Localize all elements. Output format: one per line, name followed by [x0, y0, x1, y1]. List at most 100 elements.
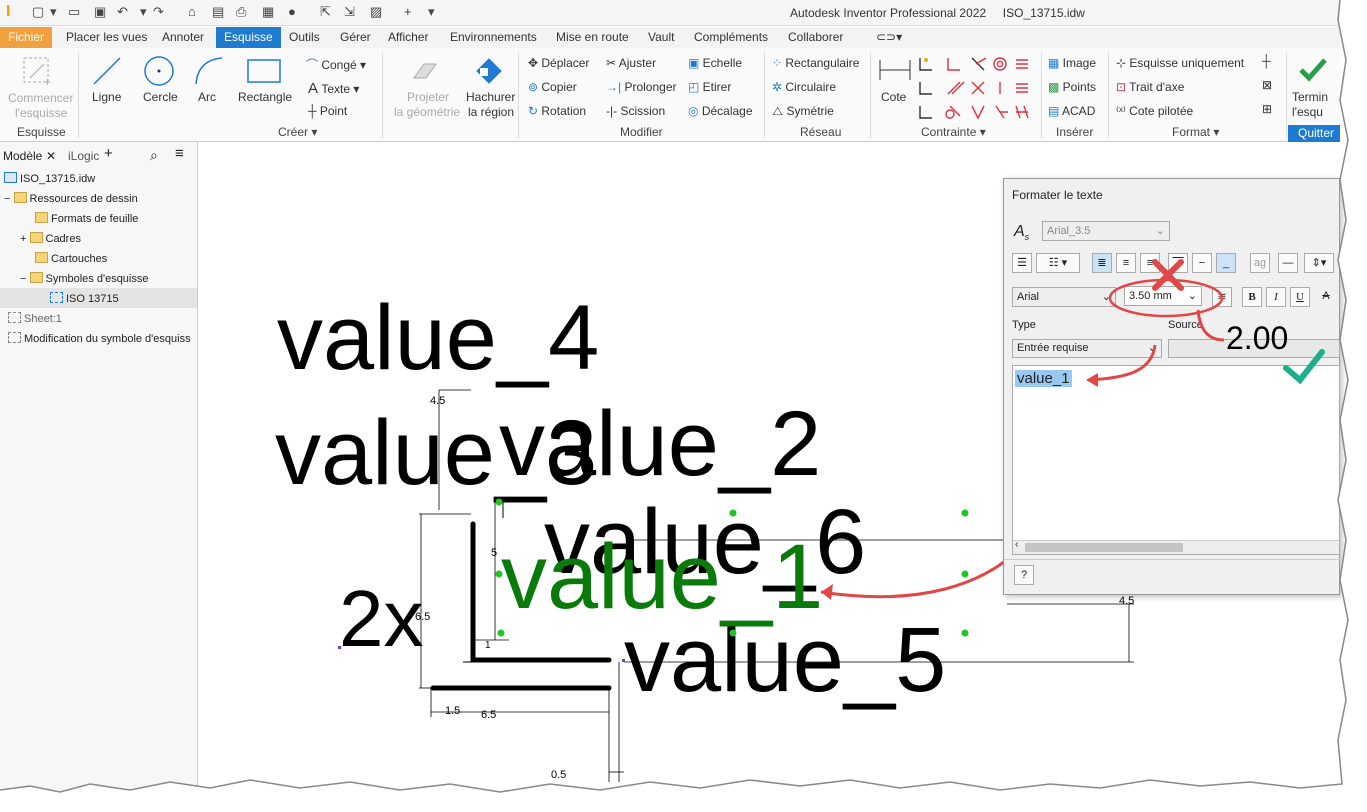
panel-options-icon[interactable]: ⊂⊃▾: [868, 27, 910, 48]
editor-text-selected[interactable]: value_1: [1015, 370, 1072, 387]
rotation-icon[interactable]: —: [1278, 253, 1298, 273]
offset-button[interactable]: ◎ Décalage: [688, 104, 753, 118]
select-other-icon[interactable]: ⇲: [344, 4, 355, 20]
font-select[interactable]: Arial ⌄: [1012, 287, 1116, 307]
add-tab-icon[interactable]: +: [104, 146, 113, 162]
print-icon[interactable]: ⎙: [236, 4, 246, 20]
bold-button[interactable]: B: [1242, 287, 1262, 307]
trim-button[interactable]: ✂ Ajuster: [606, 56, 656, 70]
dropdown-arrow-icon[interactable]: ▾: [50, 4, 57, 20]
tree-item-iso-13715[interactable]: ISO 13715: [50, 291, 119, 307]
align-right-icon[interactable]: ≡: [1140, 253, 1160, 273]
open-folder-icon[interactable]: ▭: [68, 4, 80, 20]
expand-icon[interactable]: +: [20, 233, 26, 245]
driven-dimension-button[interactable]: ⁽ˣ⁾ Cote pilotée: [1116, 104, 1193, 118]
insert-acad-button[interactable]: ▤ ACAD: [1048, 104, 1095, 118]
tree-item-title-blocks[interactable]: Cartouches: [35, 251, 107, 267]
point-button[interactable]: ┼ Point: [308, 104, 347, 118]
tab-mise-en-route[interactable]: Mise en route: [548, 27, 637, 48]
tree-item-sketch-symbols[interactable]: − Symboles d'esquisse: [20, 271, 149, 287]
undo-dropdown-icon[interactable]: ▾: [140, 4, 147, 20]
project-geometry-button[interactable]: Projeter: [407, 90, 449, 104]
collapse-icon[interactable]: −: [4, 193, 10, 205]
tree-item-borders[interactable]: + Cadres: [20, 231, 81, 247]
font-size-select[interactable]: 3.50 mm ⌄: [1124, 286, 1202, 306]
align-left-icon[interactable]: ≣: [1092, 253, 1112, 273]
valign-middle-icon[interactable]: −: [1192, 253, 1212, 273]
text-value-1[interactable]: value_1: [501, 526, 823, 628]
tree-item-edit-symbol[interactable]: Modification du symbole d'esquiss: [8, 331, 191, 347]
text-value-4[interactable]: value_4: [277, 287, 599, 389]
text-button[interactable]: A Texte ▾: [308, 80, 359, 97]
home-icon[interactable]: ⌂: [188, 4, 196, 20]
menu-icon[interactable]: ≡: [175, 146, 184, 162]
dimension-button[interactable]: Cote: [881, 90, 906, 104]
fillet-button[interactable]: ⌒ Congé ▾: [306, 56, 366, 73]
tree-item-sheet-formats[interactable]: Formats de feuille: [35, 211, 138, 227]
tab-esquisse[interactable]: Esquisse: [216, 27, 281, 48]
line-button[interactable]: Ligne: [92, 90, 121, 104]
save-icon[interactable]: ▣: [94, 4, 106, 20]
customize-icon[interactable]: ▾: [428, 4, 435, 20]
tab-ilogic[interactable]: iLogic: [68, 148, 99, 164]
search-icon[interactable]: ⌕: [150, 147, 158, 163]
tab-fichier[interactable]: Fichier: [0, 27, 53, 48]
tree-item-document[interactable]: ISO_13715.idw: [4, 171, 95, 187]
scroll-left-icon[interactable]: ‹: [1015, 539, 1018, 550]
dim-6-5-horizontal[interactable]: 6.5: [481, 709, 496, 721]
italic-button[interactable]: I: [1266, 287, 1286, 307]
stretch-button[interactable]: ◰ Etirer: [688, 80, 731, 94]
appearance-icon[interactable]: ●: [288, 4, 296, 20]
measure-icon[interactable]: ▦: [262, 4, 274, 20]
dim-4-5-top[interactable]: 4.5: [430, 395, 445, 407]
rectangular-pattern-button[interactable]: ⁘ Rectangulaire: [772, 56, 859, 70]
finish-sketch-button[interactable]: Termin: [1292, 90, 1328, 104]
scale-button[interactable]: ▣ Echelle: [688, 56, 742, 70]
tab-placer-les-vues[interactable]: Placer les vues: [58, 27, 155, 48]
close-model-tab-icon[interactable]: ✕: [46, 148, 56, 164]
centerline-button[interactable]: ⊡ Trait d'axe: [1116, 80, 1184, 94]
move-button[interactable]: ✥ Déplacer: [528, 56, 589, 70]
extend-button[interactable]: →| Prolonger: [606, 80, 676, 94]
tree-item-sheet[interactable]: Sheet:1: [8, 311, 62, 327]
redo-icon[interactable]: ↷: [153, 4, 164, 20]
scrollbar-thumb[interactable]: [1025, 543, 1183, 552]
tab-collaborer[interactable]: Collaborer: [780, 27, 851, 48]
dim-1-5[interactable]: 1.5: [445, 705, 460, 717]
tab-outils[interactable]: Outils: [281, 27, 328, 48]
tab-gerer[interactable]: Gérer: [332, 27, 379, 48]
text-style-select[interactable]: Arial_3.5 ⌄: [1042, 221, 1170, 241]
background-fill-icon[interactable]: ag: [1250, 253, 1270, 273]
type-select[interactable]: Entrée requise ⌄: [1012, 339, 1162, 358]
format-extra-2-icon[interactable]: ⊠: [1262, 78, 1272, 92]
new-file-icon[interactable]: ▢: [32, 4, 44, 20]
valign-bottom-icon[interactable]: _: [1216, 253, 1236, 273]
underline-button[interactable]: U: [1290, 287, 1310, 307]
select-icon[interactable]: ⇱: [320, 4, 331, 20]
undo-icon[interactable]: ↶: [117, 4, 128, 20]
dim-6-5-vertical[interactable]: 6.5: [415, 611, 430, 623]
dim-5[interactable]: 5: [491, 547, 497, 559]
insert-points-button[interactable]: ▩ Points: [1048, 80, 1096, 94]
tab-environnements[interactable]: Environnements: [442, 27, 545, 48]
insert-image-button[interactable]: ▦ Image: [1048, 56, 1096, 70]
tab-vault[interactable]: Vault: [640, 27, 682, 48]
hatch-region-button[interactable]: Hachurer: [466, 90, 515, 104]
help-button[interactable]: ?: [1014, 565, 1034, 585]
inventor-logo-icon[interactable]: I: [6, 3, 20, 21]
text-editor[interactable]: value_1 ‹: [1012, 365, 1340, 555]
horizontal-scrollbar[interactable]: ‹: [1013, 539, 1339, 554]
circle-button[interactable]: Cercle: [143, 90, 178, 104]
tree-item-resources[interactable]: − Ressources de dessin: [4, 191, 138, 207]
split-button[interactable]: -|- Scission: [606, 104, 665, 118]
rectangle-button[interactable]: Rectangle: [238, 90, 292, 104]
collapse-icon[interactable]: −: [20, 273, 26, 285]
dim-0-5[interactable]: 0.5: [551, 769, 566, 781]
rotate-button[interactable]: ↻ Rotation: [528, 104, 586, 118]
numbered-list-icon[interactable]: ☷ ▾: [1036, 253, 1080, 273]
properties-icon[interactable]: ▤: [212, 4, 224, 20]
tab-complements[interactable]: Compléments: [686, 27, 776, 48]
bullet-list-icon[interactable]: ☰: [1012, 253, 1032, 273]
start-sketch-button[interactable]: Commencer: [8, 91, 73, 105]
circular-pattern-button[interactable]: ✲ Circulaire: [772, 80, 836, 94]
